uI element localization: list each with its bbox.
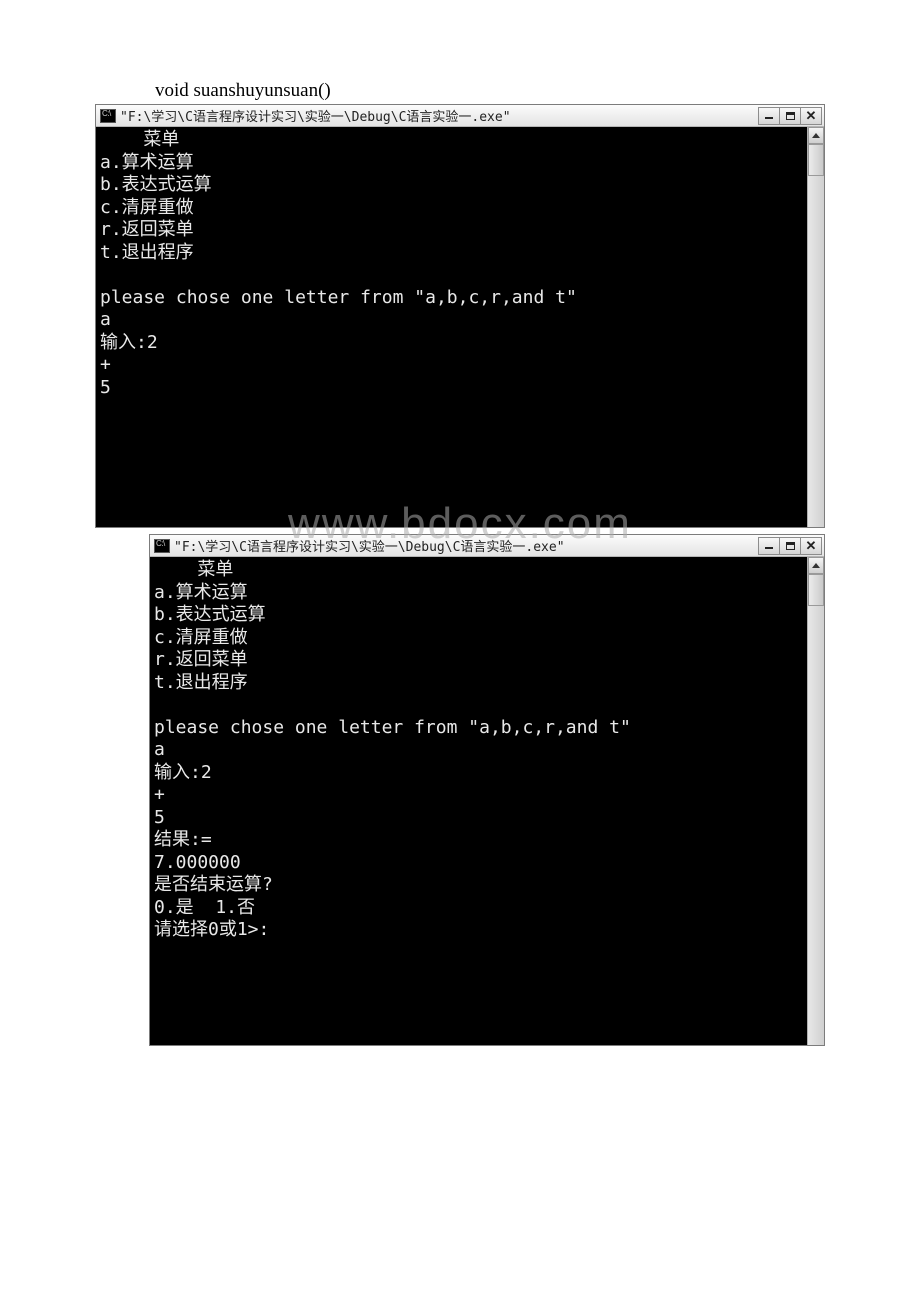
window-buttons: ✕ <box>759 107 822 125</box>
scroll-track[interactable] <box>808 574 824 1045</box>
window-title: "F:\学习\C语言程序设计实习\实验一\Debug\C语言实验一.exe" <box>174 536 565 555</box>
console-window-2: "F:\学习\C语言程序设计实习\实验一\Debug\C语言实验一.exe" ✕… <box>149 534 825 1046</box>
scroll-track[interactable] <box>808 144 824 527</box>
titlebar: "F:\学习\C语言程序设计实习\实验一\Debug\C语言实验一.exe" ✕ <box>150 535 824 557</box>
titlebar: "F:\学习\C语言程序设计实习\实验一\Debug\C语言实验一.exe" ✕ <box>96 105 824 127</box>
scroll-thumb[interactable] <box>808 144 824 176</box>
terminal-output: 菜单 a.算术运算 b.表达式运算 c.清屏重做 r.返回菜单 t.退出程序 p… <box>96 127 807 527</box>
maximize-button[interactable] <box>779 537 801 555</box>
scroll-thumb[interactable] <box>808 574 824 606</box>
scroll-up-button[interactable] <box>808 127 824 144</box>
window-buttons: ✕ <box>759 537 822 555</box>
minimize-button[interactable] <box>758 537 780 555</box>
scrollbar[interactable] <box>807 557 824 1045</box>
minimize-button[interactable] <box>758 107 780 125</box>
cmd-icon <box>100 109 116 123</box>
window-title: "F:\学习\C语言程序设计实习\实验一\Debug\C语言实验一.exe" <box>120 106 511 125</box>
maximize-button[interactable] <box>779 107 801 125</box>
console-window-1: "F:\学习\C语言程序设计实习\实验一\Debug\C语言实验一.exe" ✕… <box>95 104 825 528</box>
close-button[interactable]: ✕ <box>800 107 822 125</box>
scroll-up-button[interactable] <box>808 557 824 574</box>
scrollbar[interactable] <box>807 127 824 527</box>
code-heading: void suanshuyunsuan() <box>155 80 825 104</box>
terminal-output: 菜单 a.算术运算 b.表达式运算 c.清屏重做 r.返回菜单 t.退出程序 p… <box>150 557 807 1045</box>
close-button[interactable]: ✕ <box>800 537 822 555</box>
cmd-icon <box>154 539 170 553</box>
